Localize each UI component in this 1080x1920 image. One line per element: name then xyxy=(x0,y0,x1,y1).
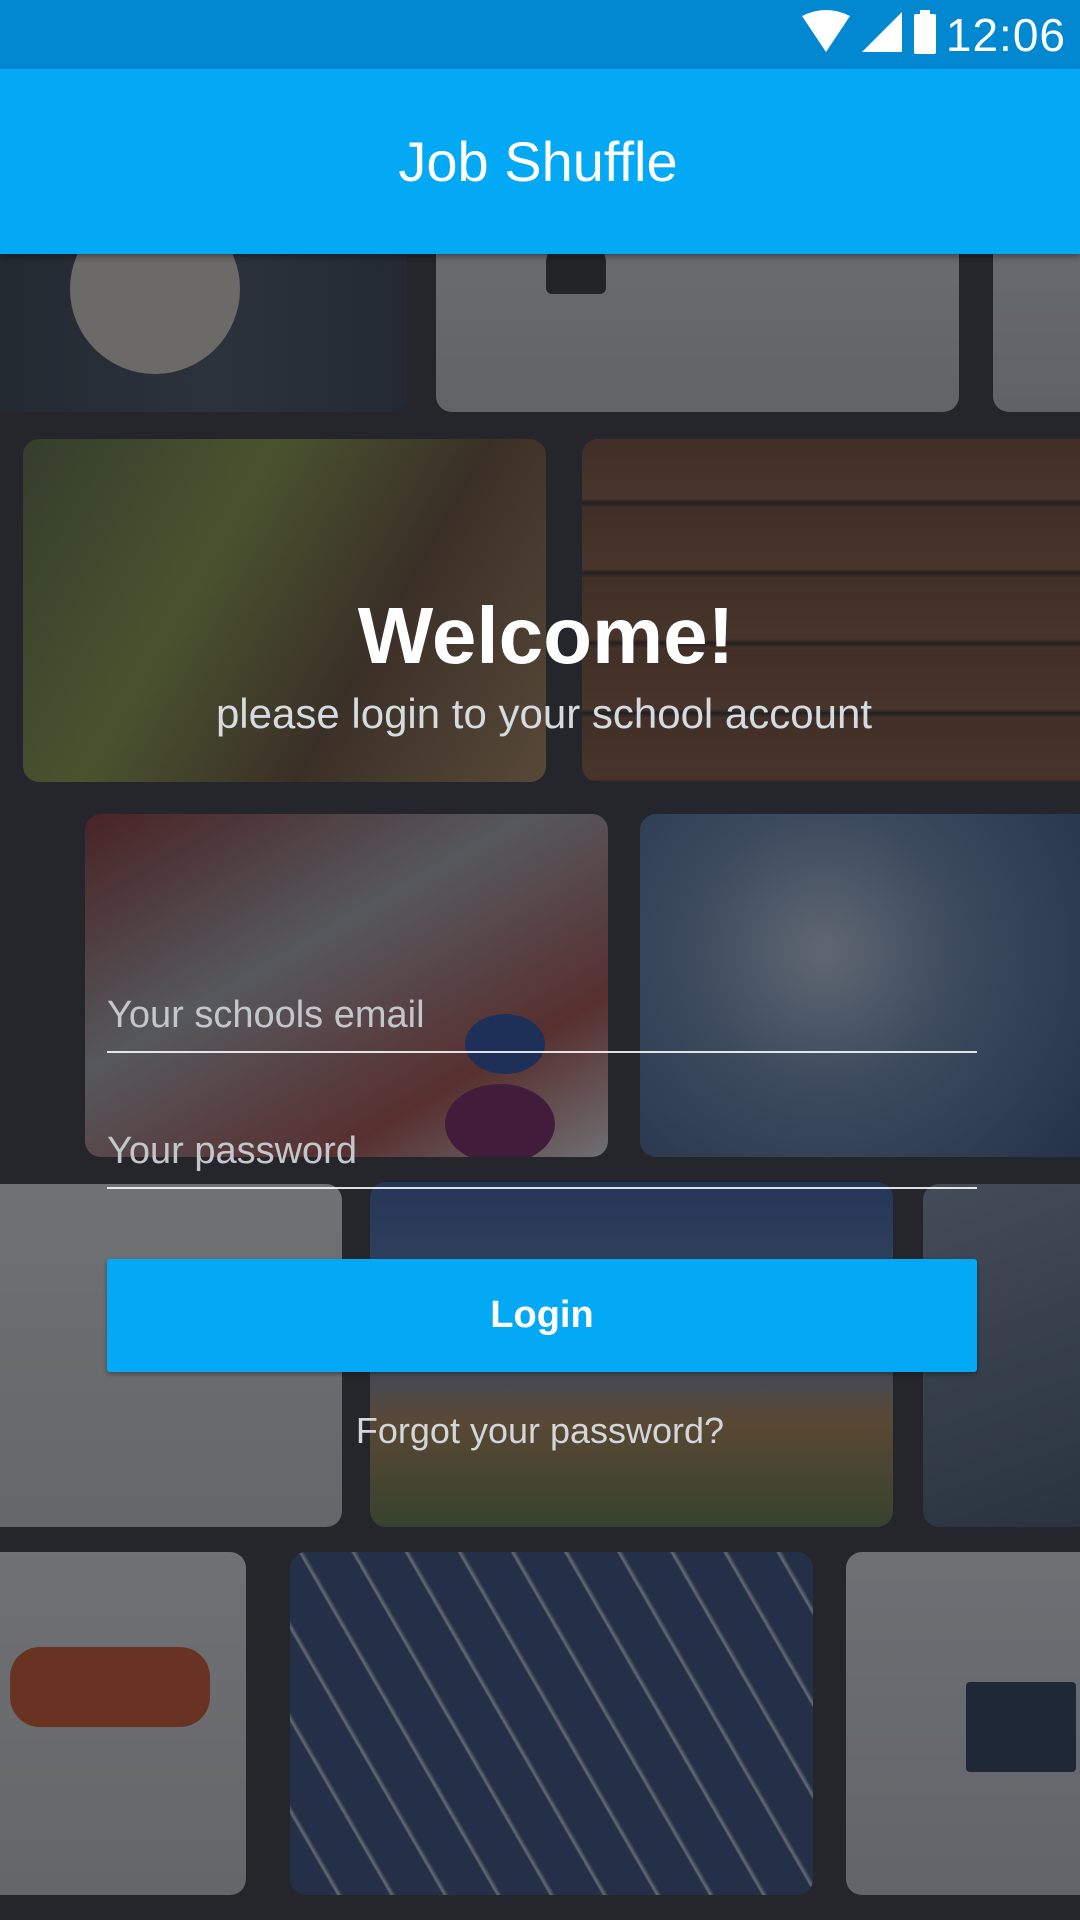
welcome-title: Welcome! xyxy=(357,591,735,680)
login-button[interactable]: Login xyxy=(107,1259,977,1372)
password-input[interactable] xyxy=(107,1130,977,1187)
background-dim-overlay xyxy=(0,254,1080,1920)
status-bar: 12:06 xyxy=(0,0,1080,69)
email-field xyxy=(107,994,977,1053)
signal-icon xyxy=(860,10,904,59)
forgot-password-link[interactable]: Forgot your password? xyxy=(0,1410,1080,1452)
status-time: 12:06 xyxy=(945,8,1066,61)
app-title: Job Shuffle xyxy=(398,130,678,193)
welcome-subtitle: please login to your school account xyxy=(215,690,873,737)
battery-icon xyxy=(913,10,936,59)
wifi-icon xyxy=(801,10,850,59)
app-bar: Job Shuffle xyxy=(0,69,1080,254)
email-input[interactable] xyxy=(107,994,977,1051)
password-field xyxy=(107,1130,977,1189)
